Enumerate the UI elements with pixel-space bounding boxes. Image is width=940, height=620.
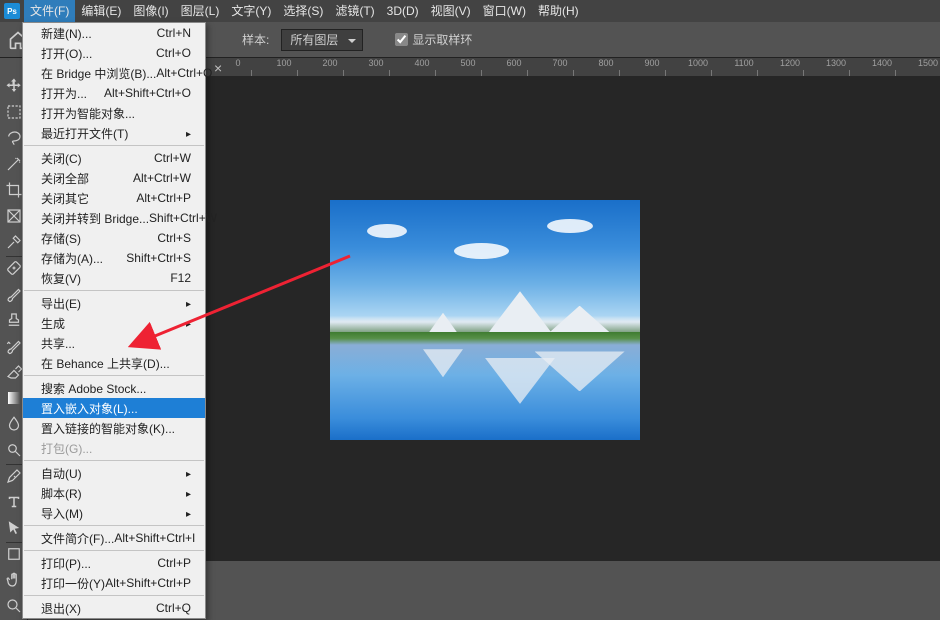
- menu-item[interactable]: 打印一份(Y)Alt+Shift+Ctrl+P: [23, 573, 205, 593]
- menu-item[interactable]: 最近打开文件(T): [23, 123, 205, 143]
- menu-item: 打包(G)...: [23, 438, 205, 458]
- ruler-tick: 1000: [684, 58, 712, 76]
- menu-item[interactable]: 文件简介(F)...Alt+Shift+Ctrl+I: [23, 528, 205, 548]
- menu-item[interactable]: 在 Behance 上共享(D)...: [23, 353, 205, 373]
- ruler-tick: 1100: [730, 58, 758, 76]
- sample-dropdown[interactable]: 所有图层: [281, 29, 363, 51]
- annotation-arrow: [140, 250, 360, 355]
- menu-item[interactable]: 打开为...Alt+Shift+Ctrl+O: [23, 83, 205, 103]
- menu-item[interactable]: 存储(S)Ctrl+S: [23, 228, 205, 248]
- menu-item[interactable]: 关闭并转到 Bridge...Shift+Ctrl+W: [23, 208, 205, 228]
- menu-item[interactable]: 打印(P)...Ctrl+P: [23, 553, 205, 573]
- show-sample-ring-checkbox[interactable]: 显示取样环: [395, 31, 472, 48]
- menu-item[interactable]: 新建(N)...Ctrl+N: [23, 23, 205, 43]
- menu-item[interactable]: 退出(X)Ctrl+Q: [23, 598, 205, 618]
- menu-item[interactable]: 关闭全部Alt+Ctrl+W: [23, 168, 205, 188]
- ruler-tick: 300: [362, 58, 390, 76]
- ruler-tick: 1400: [868, 58, 896, 76]
- ruler-tick: 900: [638, 58, 666, 76]
- ruler-tick: 700: [546, 58, 574, 76]
- app-logo-icon: Ps: [4, 3, 20, 19]
- menubar-item-5[interactable]: 选择(S): [277, 0, 329, 22]
- menu-item[interactable]: 搜索 Adobe Stock...: [23, 378, 205, 398]
- menubar: Ps 文件(F)编辑(E)图像(I)图层(L)文字(Y)选择(S)滤镜(T)3D…: [0, 0, 940, 22]
- menubar-item-4[interactable]: 文字(Y): [225, 0, 277, 22]
- document-image[interactable]: [330, 200, 640, 440]
- menubar-item-2[interactable]: 图像(I): [127, 0, 174, 22]
- menubar-item-1[interactable]: 编辑(E): [75, 0, 127, 22]
- menu-item[interactable]: 置入链接的智能对象(K)...: [23, 418, 205, 438]
- menu-item[interactable]: 打开为智能对象...: [23, 103, 205, 123]
- ruler-tick: 1500: [914, 58, 940, 76]
- ruler-tick: 500: [454, 58, 482, 76]
- menubar-item-8[interactable]: 视图(V): [425, 0, 477, 22]
- menu-item[interactable]: 打开(O)...Ctrl+O: [23, 43, 205, 63]
- ruler-tick: 200: [316, 58, 344, 76]
- menu-item[interactable]: 在 Bridge 中浏览(B)...Alt+Ctrl+O: [23, 63, 205, 83]
- menu-item[interactable]: 关闭(C)Ctrl+W: [23, 148, 205, 168]
- ruler-tick: 0: [224, 58, 252, 76]
- menubar-item-9[interactable]: 窗口(W): [477, 0, 532, 22]
- ruler-tick: 100: [270, 58, 298, 76]
- menubar-item-3[interactable]: 图层(L): [175, 0, 226, 22]
- doc-tab-close-icon[interactable]: ×: [214, 60, 222, 76]
- ruler-tick: 1200: [776, 58, 804, 76]
- menu-item[interactable]: 自动(U): [23, 463, 205, 483]
- menubar-item-7[interactable]: 3D(D): [381, 0, 425, 22]
- ruler-tick: 800: [592, 58, 620, 76]
- menubar-item-0[interactable]: 文件(F): [24, 0, 75, 22]
- menu-item[interactable]: 关闭其它Alt+Ctrl+P: [23, 188, 205, 208]
- sample-label: 样本:: [242, 31, 269, 48]
- ruler-tick: 400: [408, 58, 436, 76]
- ruler-tick: 1300: [822, 58, 850, 76]
- ruler-tick: 600: [500, 58, 528, 76]
- menu-item[interactable]: 脚本(R): [23, 483, 205, 503]
- menubar-item-6[interactable]: 滤镜(T): [329, 0, 380, 22]
- menu-item[interactable]: 导入(M): [23, 503, 205, 523]
- menubar-item-10[interactable]: 帮助(H): [532, 0, 585, 22]
- menu-item[interactable]: 置入嵌入对象(L)...: [23, 398, 205, 418]
